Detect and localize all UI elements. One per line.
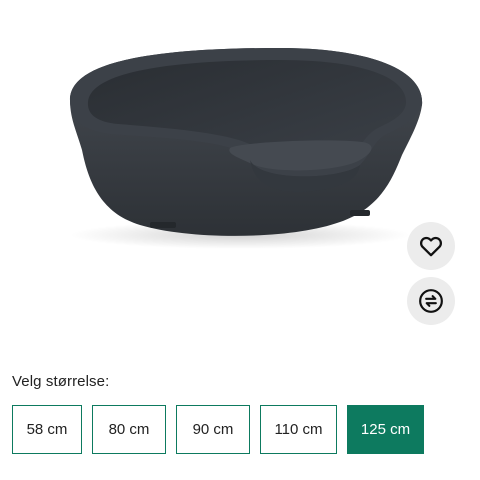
product-page: Velg størrelse: 58 cm 80 cm 90 cm 110 cm…	[0, 0, 480, 480]
heart-icon	[419, 236, 443, 257]
compare-arrows-icon	[419, 289, 443, 313]
size-option-80[interactable]: 80 cm	[92, 405, 166, 454]
size-selector-label: Velg størrelse:	[12, 373, 110, 390]
size-option-58[interactable]: 58 cm	[12, 405, 82, 454]
product-image	[70, 48, 423, 249]
compare-button[interactable]	[407, 277, 455, 325]
size-options: 58 cm 80 cm 90 cm 110 cm 125 cm	[12, 405, 424, 454]
favorite-button[interactable]	[407, 222, 455, 270]
size-option-90[interactable]: 90 cm	[176, 405, 250, 454]
size-option-110[interactable]: 110 cm	[260, 405, 337, 454]
size-option-125[interactable]: 125 cm	[347, 405, 424, 454]
